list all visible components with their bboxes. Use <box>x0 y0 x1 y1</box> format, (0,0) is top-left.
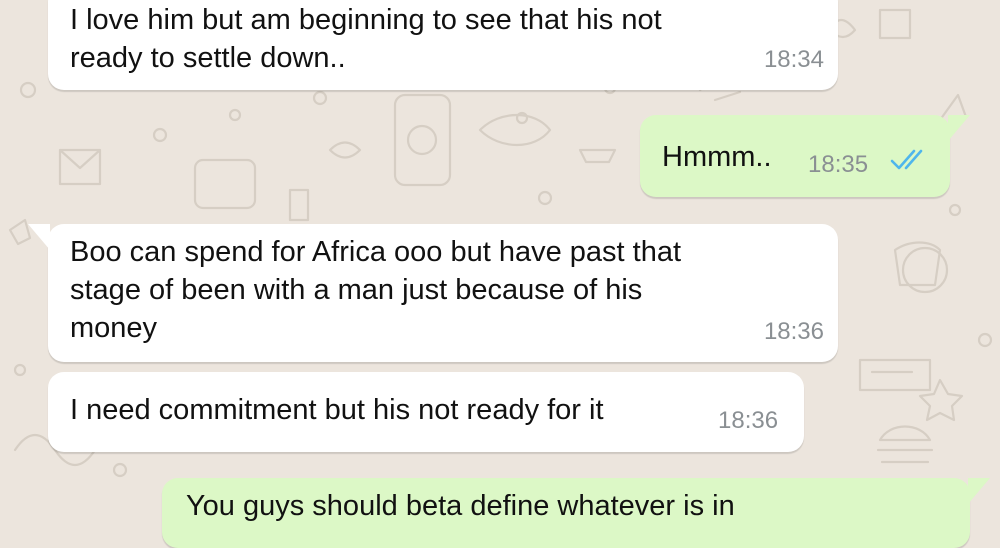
message-bubble-incoming[interactable]: Boo can spend for Africa ooo but have pa… <box>28 224 838 362</box>
bubble-tail <box>968 478 990 504</box>
message-bubble-outgoing[interactable]: Hmmm.. 18:35 <box>640 115 970 197</box>
message-timestamp: 18:36 <box>763 318 824 345</box>
message-text-line: ready to settle down.. <box>70 42 346 74</box>
message-text-line: I need commitment but his not ready for … <box>70 394 604 426</box>
message-bubble-incoming[interactable]: I need commitment but his not ready for … <box>48 372 804 452</box>
message-text-line: Boo can spend for Africa ooo but have pa… <box>70 236 682 268</box>
message-text-line: Hmmm.. <box>662 141 772 173</box>
message-timestamp: 18:34 <box>763 46 824 73</box>
message-text-line: You guys should beta define whatever is … <box>186 490 735 522</box>
message-timestamp: 18:35 <box>808 151 869 178</box>
message-text-line: I love him but am beginning to see that … <box>70 4 662 36</box>
message-text-line: stage of been with a man just because of… <box>70 274 643 306</box>
message-text-line: money <box>70 312 158 344</box>
message-timestamp: 18:36 <box>718 407 779 434</box>
message-bubble-incoming[interactable]: I love him but am beginning to see that … <box>48 0 838 90</box>
bubble-tail <box>28 224 50 250</box>
double-check-read-icon <box>890 149 923 170</box>
message-bubble-outgoing[interactable]: You guys should beta define whatever is … <box>162 478 990 548</box>
bubble-tail <box>948 115 970 141</box>
